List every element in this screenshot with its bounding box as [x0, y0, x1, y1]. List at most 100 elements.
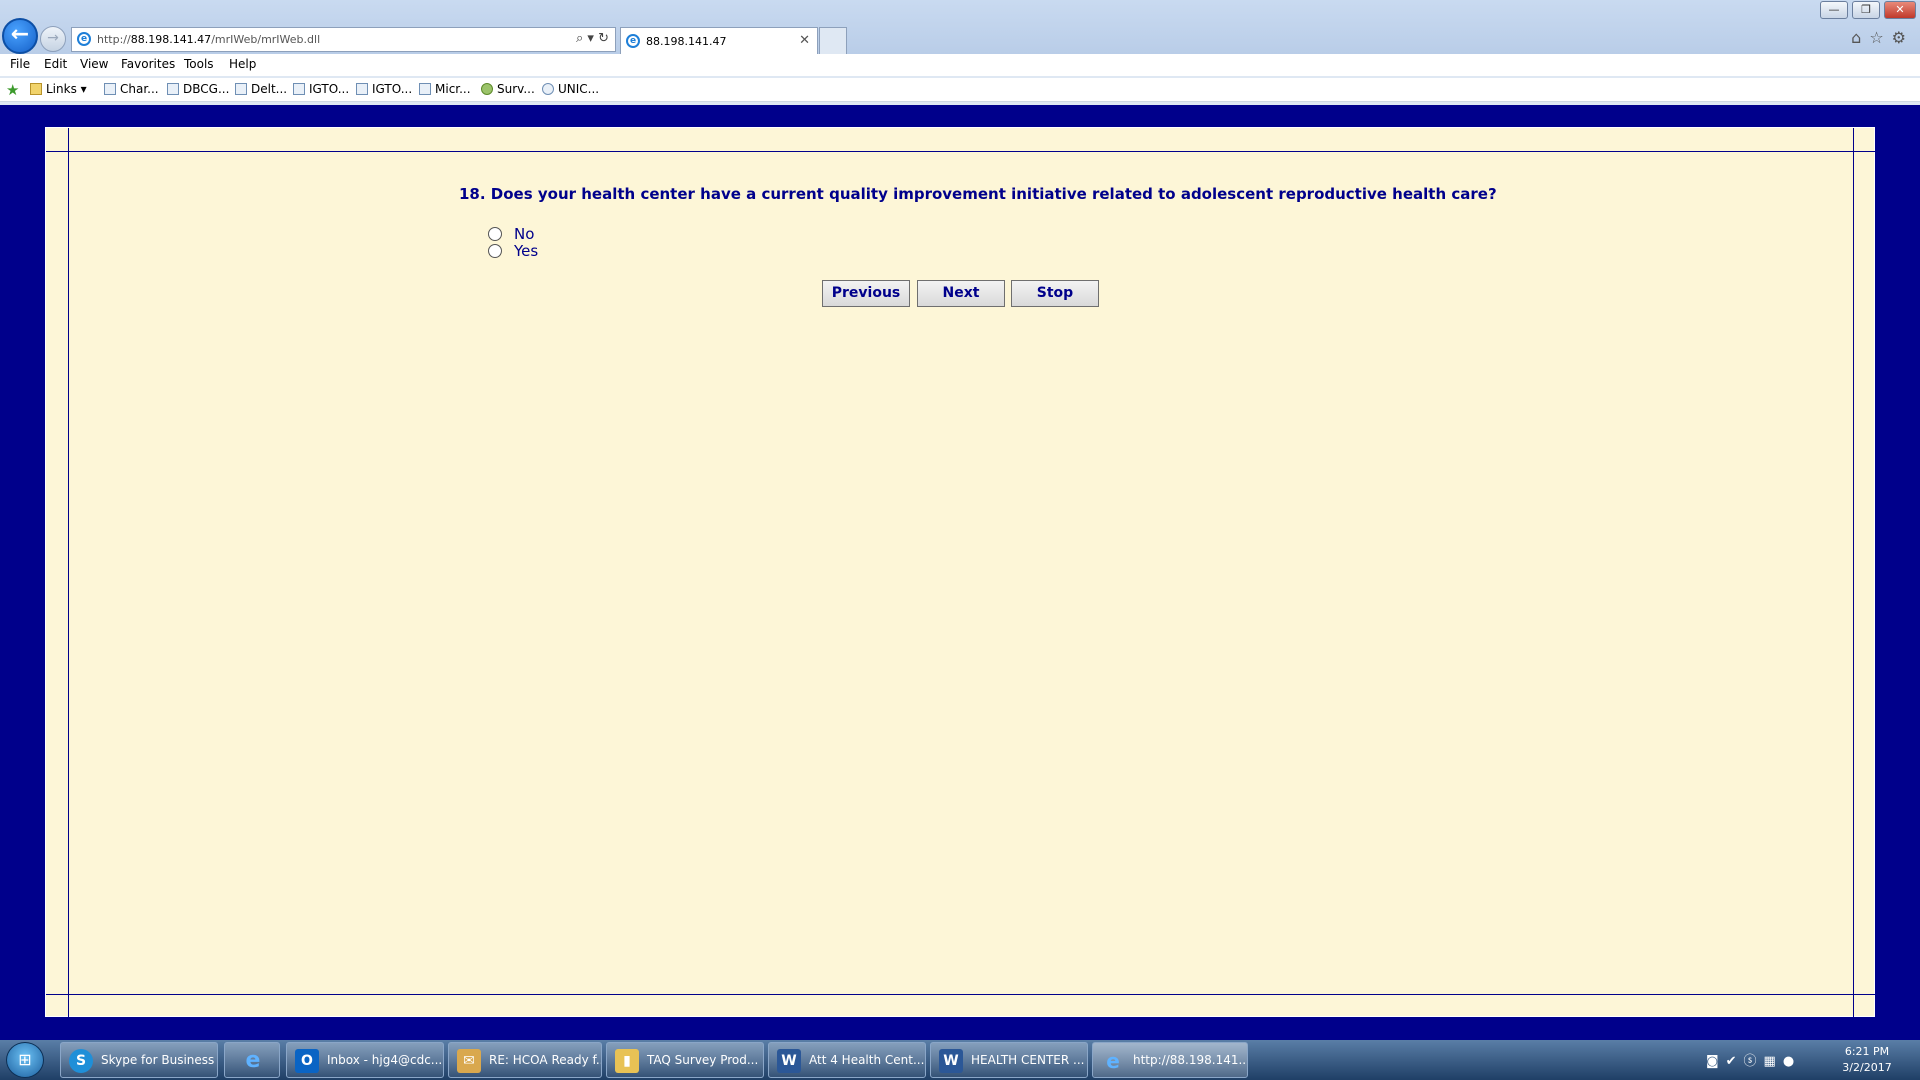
next-button[interactable]: Next — [917, 280, 1005, 307]
menu-favorites[interactable]: Favorites — [121, 57, 175, 71]
page-icon — [356, 83, 368, 95]
taskbar-item-label: RE: HCOA Ready f... — [489, 1053, 602, 1067]
taskbar-item-folder[interactable]: ▮ TAQ Survey Prod... — [606, 1042, 764, 1078]
browser-chrome: — ❐ ✕ ← → e http://88.198.141.47/mrIWeb/… — [0, 0, 1920, 105]
browser-tab[interactable]: e 88.198.141.47 ✕ — [620, 27, 818, 54]
word-icon: W — [777, 1049, 801, 1073]
fav-item[interactable]: UNIC... — [542, 82, 599, 96]
folder-icon: ▮ — [615, 1049, 639, 1073]
menu-edit[interactable]: Edit — [44, 57, 67, 71]
survey-question: 18. Does your health center have a curre… — [459, 185, 1497, 203]
home-icon[interactable]: ⌂ — [1851, 28, 1869, 47]
forward-arrow-icon: → — [47, 30, 59, 46]
update-tray-icon[interactable]: ● — [1783, 1054, 1801, 1069]
favorites-star-icon[interactable]: ★ — [6, 81, 19, 99]
ie-page-icon: e — [77, 32, 91, 46]
new-tab-button[interactable] — [819, 27, 847, 54]
tab-close-icon[interactable]: ✕ — [799, 33, 810, 48]
menu-tools[interactable]: Tools — [184, 57, 214, 71]
fav-item[interactable]: Micr... — [419, 82, 471, 96]
frame-line-left — [68, 128, 69, 1018]
taskbar-item-label: HEALTH CENTER ... — [971, 1053, 1085, 1067]
fav-label: UNIC... — [558, 82, 600, 96]
frame-line-top — [46, 151, 1876, 152]
skype-tray-icon[interactable]: ⓢ — [1744, 1054, 1764, 1069]
taskbar-item-ie[interactable]: e — [224, 1042, 280, 1078]
start-button[interactable]: ⊞ — [6, 1042, 44, 1078]
option-no-label: No — [514, 225, 535, 243]
previous-button[interactable]: Previous — [822, 280, 910, 307]
restore-button[interactable]: ❐ — [1852, 1, 1880, 19]
security-tray-icon[interactable]: ✔ — [1726, 1054, 1744, 1069]
frame-line-right — [1853, 128, 1854, 1018]
ie-icon: e — [1106, 1049, 1120, 1073]
taskbar-clock[interactable]: 6:21 PM 3/2/2017 — [1834, 1044, 1900, 1076]
taskbar-item-label: Att 4 Health Cent... — [809, 1053, 925, 1067]
frame-line-bottom — [46, 994, 1876, 995]
taskbar-item-ie-active[interactable]: e http://88.198.141.... — [1092, 1042, 1248, 1078]
page-icon — [235, 83, 247, 95]
taskbar-item-outlook[interactable]: O Inbox - hjg4@cdc... — [286, 1042, 444, 1078]
taskbar-item-label: TAQ Survey Prod... — [647, 1053, 759, 1067]
menu-view[interactable]: View — [80, 57, 108, 71]
taskbar-item-label: Skype for Business — [101, 1053, 215, 1067]
forward-button[interactable]: → — [40, 26, 66, 52]
radio-no[interactable] — [488, 227, 502, 241]
menu-help[interactable]: Help — [229, 57, 256, 71]
tab-ie-icon: e — [626, 34, 640, 48]
taskbar-item-skype[interactable]: S Skype for Business — [60, 1042, 218, 1078]
folder-icon — [30, 83, 42, 95]
browser-right-icons: ⌂☆⚙ — [1851, 28, 1914, 47]
refresh-icon[interactable]: ↻ — [598, 31, 609, 46]
fav-label: DBCG... — [183, 82, 230, 96]
windows-logo-icon: ⊞ — [18, 1050, 32, 1069]
taskbar-item-word-health[interactable]: W HEALTH CENTER ... — [930, 1042, 1088, 1078]
page-content: 18. Does your health center have a curre… — [0, 105, 1920, 1040]
fav-item[interactable]: DBCG... — [167, 82, 229, 96]
page-icon — [104, 83, 116, 95]
menu-bar: File Edit View Favorites Tools Help — [0, 54, 1920, 76]
back-button[interactable]: ← — [2, 18, 38, 54]
menu-file[interactable]: File — [10, 57, 30, 71]
url-host: 88.198.141.47 — [130, 33, 212, 46]
outlook-tray-icon[interactable]: ◙ — [1706, 1054, 1726, 1069]
address-bar[interactable]: e http://88.198.141.47/mrIWeb/mrIWeb.dll… — [71, 27, 616, 52]
url-path: /mrIWeb/mrIWeb.dll — [211, 33, 321, 46]
search-icon[interactable]: ⌕ — [576, 31, 583, 46]
favorites-star-icon[interactable]: ☆ — [1869, 28, 1891, 47]
tab-title: 88.198.141.47 — [646, 35, 727, 48]
title-bar: — ❐ ✕ ← → e http://88.198.141.47/mrIWeb/… — [0, 0, 1920, 54]
word-icon: W — [939, 1049, 963, 1073]
skype-icon: S — [69, 1049, 93, 1073]
taskbar-item-word-att4[interactable]: W Att 4 Health Cent... — [768, 1042, 926, 1078]
page-icon — [167, 83, 179, 95]
fav-item[interactable]: IGTO... — [356, 82, 412, 96]
gear-icon[interactable]: ⚙ — [1892, 28, 1914, 47]
fav-item[interactable]: IGTO... — [293, 82, 349, 96]
ie-icon: e — [245, 1048, 261, 1073]
fav-label: Micr... — [435, 82, 471, 96]
address-tools[interactable]: ⌕ ▾ ↻ — [576, 31, 609, 46]
stop-button[interactable]: Stop — [1011, 280, 1099, 307]
fav-item[interactable]: Surv... — [481, 82, 535, 96]
fav-item[interactable]: Char... — [104, 82, 159, 96]
mail-icon: ✉ — [457, 1049, 481, 1073]
fav-item[interactable]: Delt... — [235, 82, 287, 96]
fav-label: Links ▾ — [46, 82, 87, 96]
radio-yes[interactable] — [488, 244, 502, 258]
survey-icon — [481, 83, 493, 95]
close-window-button[interactable]: ✕ — [1884, 1, 1916, 19]
fav-label: Surv... — [497, 82, 535, 96]
taskbar-item-label: Inbox - hjg4@cdc... — [327, 1053, 443, 1067]
outlook-icon: O — [295, 1049, 319, 1073]
fav-label: Delt... — [251, 82, 288, 96]
fav-label: Char... — [120, 82, 159, 96]
network-tray-icon[interactable]: ▦ — [1764, 1054, 1783, 1069]
dropdown-icon[interactable]: ▾ — [587, 31, 594, 46]
address-url[interactable]: http://88.198.141.47/mrIWeb/mrIWeb.dll — [97, 33, 320, 46]
taskbar-item-mail[interactable]: ✉ RE: HCOA Ready f... — [448, 1042, 602, 1078]
fav-links[interactable]: Links ▾ — [30, 82, 87, 96]
globe-icon — [542, 83, 554, 95]
url-prefix: http:// — [97, 33, 131, 46]
minimize-button[interactable]: — — [1820, 1, 1848, 19]
